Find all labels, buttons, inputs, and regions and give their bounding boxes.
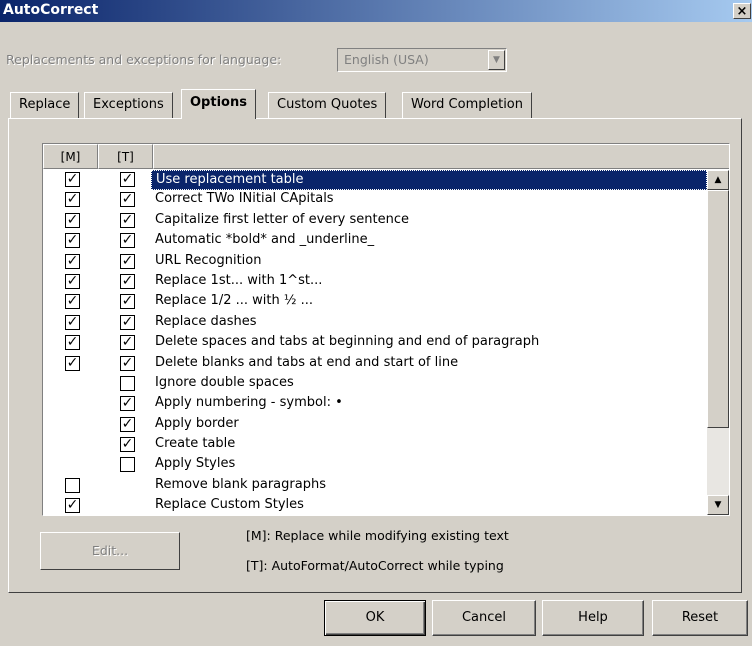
checkbox-t[interactable]: ✓ bbox=[120, 294, 135, 310]
chevron-down-icon[interactable]: ▼ bbox=[488, 50, 505, 70]
list-item[interactable]: ✓ ✓ Use replacement table bbox=[43, 170, 707, 190]
window-title: AutoCorrect bbox=[3, 2, 99, 18]
checkbox-t[interactable]: ✓ bbox=[120, 273, 135, 289]
autocorrect-dialog: AutoCorrect × Replacements and exception… bbox=[0, 0, 752, 646]
tab-options[interactable]: Options bbox=[181, 89, 256, 119]
checkbox-m[interactable]: ✓ bbox=[65, 355, 80, 371]
list-item[interactable]: ✓ ✓ Capitalize first letter of every sente… bbox=[43, 211, 707, 231]
list-item-label: Apply border bbox=[155, 415, 239, 431]
ok-button[interactable]: OK bbox=[324, 600, 426, 636]
checkbox-t[interactable] bbox=[120, 375, 135, 391]
checkbox-t[interactable]: ✓ bbox=[120, 396, 135, 412]
checkbox-t[interactable]: ✓ bbox=[120, 314, 135, 330]
checkbox-t[interactable]: ✓ bbox=[120, 212, 135, 228]
list-item[interactable]: ✓ ✓ Correct TWo INitial CApitals bbox=[43, 190, 707, 210]
list-item-label: Ignore double spaces bbox=[155, 374, 294, 390]
list-item-label: Create table bbox=[155, 436, 236, 452]
list-item-label: Replace dashes bbox=[155, 313, 257, 329]
options-list[interactable]: [M] [T] ✓ ✓ Use replacement table ✓ ✓ Correct… bbox=[42, 143, 730, 516]
list-item-label: Use replacement table bbox=[151, 170, 707, 190]
tab-replace[interactable]: Replace bbox=[10, 92, 80, 118]
list-item-label: Correct TWo INitial CApitals bbox=[155, 191, 334, 207]
checkbox-t[interactable]: ✓ bbox=[120, 416, 135, 432]
list-rows: ✓ ✓ Use replacement table ✓ ✓ Correct TWo INi… bbox=[43, 170, 707, 515]
checkbox-m[interactable]: ✓ bbox=[65, 335, 80, 351]
tab-custom-quotes[interactable]: Custom Quotes bbox=[268, 92, 387, 118]
list-item[interactable]: ✓ ✓ Delete spaces and tabs at beginning an… bbox=[43, 333, 707, 353]
checkbox-t[interactable]: ✓ bbox=[120, 233, 135, 249]
column-header-t[interactable]: [T] bbox=[98, 144, 153, 169]
checkbox-t[interactable]: ✓ bbox=[120, 437, 135, 453]
list-item[interactable]: ✓ ✓ Replace 1st... with 1^st... bbox=[43, 272, 707, 292]
list-item-label: Delete blanks and tabs at end and start … bbox=[155, 354, 459, 370]
list-item-label: Automatic *bold* and _underline_ bbox=[155, 232, 375, 248]
checkbox-t[interactable]: ✓ bbox=[120, 253, 135, 269]
column-header-label[interactable] bbox=[153, 144, 729, 169]
checkbox-m[interactable]: ✓ bbox=[65, 253, 80, 269]
column-header-m[interactable]: [M] bbox=[43, 144, 98, 169]
tab-exceptions[interactable]: Exceptions bbox=[84, 92, 173, 118]
list-item[interactable]: ✓ ✓ Delete blanks and tabs at end and star… bbox=[43, 354, 707, 374]
list-item[interactable]: ✓ Apply numbering - symbol: • bbox=[43, 394, 707, 414]
list-item-label: Replace Custom Styles bbox=[155, 497, 304, 513]
list-item-label: Capitalize first letter of every sentenc… bbox=[155, 211, 409, 227]
reset-button[interactable]: Reset bbox=[652, 600, 748, 636]
language-select[interactable]: English (USA) ▼ bbox=[337, 48, 507, 72]
list-item-label: Replace 1/2 ... with ½ ... bbox=[155, 293, 313, 309]
tab-word-completion[interactable]: Word Completion bbox=[402, 92, 533, 118]
checkbox-t[interactable]: ✓ bbox=[120, 335, 135, 351]
list-item-label: Apply numbering - symbol: • bbox=[155, 395, 343, 411]
checkbox-t[interactable]: ✓ bbox=[120, 355, 135, 371]
checkbox-t[interactable]: ✓ bbox=[120, 192, 135, 208]
checkbox-m[interactable]: ✓ bbox=[65, 294, 80, 310]
checkbox-m[interactable]: ✓ bbox=[65, 192, 80, 208]
language-label: Replacements and exceptions for language… bbox=[6, 52, 282, 67]
checkbox-m[interactable]: ✓ bbox=[65, 273, 80, 289]
list-item[interactable]: ✓ Create table bbox=[43, 435, 707, 455]
legend-t: [T]: AutoFormat/AutoCorrect while typing bbox=[246, 558, 504, 573]
legend-m: [M]: Replace while modifying existing te… bbox=[246, 528, 509, 543]
list-item[interactable]: ✓ ✓ Automatic *bold* and _underline_ bbox=[43, 231, 707, 251]
list-item-label: Apply Styles bbox=[155, 456, 236, 472]
list-item[interactable]: Ignore double spaces bbox=[43, 374, 707, 394]
language-value: English (USA) bbox=[344, 52, 429, 67]
close-button[interactable]: × bbox=[733, 3, 751, 19]
list-item[interactable]: ✓ ✓ Replace 1/2 ... with ½ ... bbox=[43, 292, 707, 312]
checkbox-m[interactable]: ✓ bbox=[65, 233, 80, 249]
checkbox-t[interactable]: ✓ bbox=[120, 172, 135, 187]
scroll-down-icon[interactable]: ▼ bbox=[707, 495, 729, 515]
list-item[interactable]: ✓ ✓ URL Recognition bbox=[43, 252, 707, 272]
list-item-label: Remove blank paragraphs bbox=[155, 476, 326, 492]
list-item[interactable]: ✓ ✓ Replace dashes bbox=[43, 313, 707, 333]
list-item-label: Replace 1st... with 1^st... bbox=[155, 272, 323, 288]
list-item[interactable]: Apply Styles bbox=[43, 455, 707, 475]
vertical-scrollbar[interactable]: ▲ ▼ bbox=[707, 170, 729, 515]
help-button[interactable]: Help bbox=[542, 600, 644, 636]
checkbox-m[interactable]: ✓ bbox=[65, 314, 80, 330]
edit-button[interactable]: Edit... bbox=[40, 532, 180, 570]
list-header: [M] [T] bbox=[43, 144, 729, 169]
list-item-label: Delete spaces and tabs at beginning and … bbox=[155, 334, 540, 350]
scroll-thumb[interactable] bbox=[707, 190, 729, 428]
list-item[interactable]: ✓ Apply border bbox=[43, 415, 707, 435]
list-item-label: URL Recognition bbox=[155, 252, 262, 268]
checkbox-m[interactable]: ✓ bbox=[65, 212, 80, 228]
checkbox-t[interactable] bbox=[120, 457, 135, 473]
checkbox-m[interactable]: ✓ bbox=[65, 498, 80, 514]
checkbox-m[interactable] bbox=[65, 477, 80, 493]
checkbox-m[interactable]: ✓ bbox=[65, 172, 80, 187]
language-row: Replacements and exceptions for language… bbox=[6, 48, 546, 72]
cancel-button[interactable]: Cancel bbox=[432, 600, 536, 636]
title-bar[interactable]: AutoCorrect × bbox=[0, 0, 752, 22]
list-item[interactable]: Remove blank paragraphs bbox=[43, 476, 707, 496]
scroll-up-icon[interactable]: ▲ bbox=[707, 170, 729, 190]
list-item[interactable]: ✓ Replace Custom Styles bbox=[43, 496, 707, 515]
